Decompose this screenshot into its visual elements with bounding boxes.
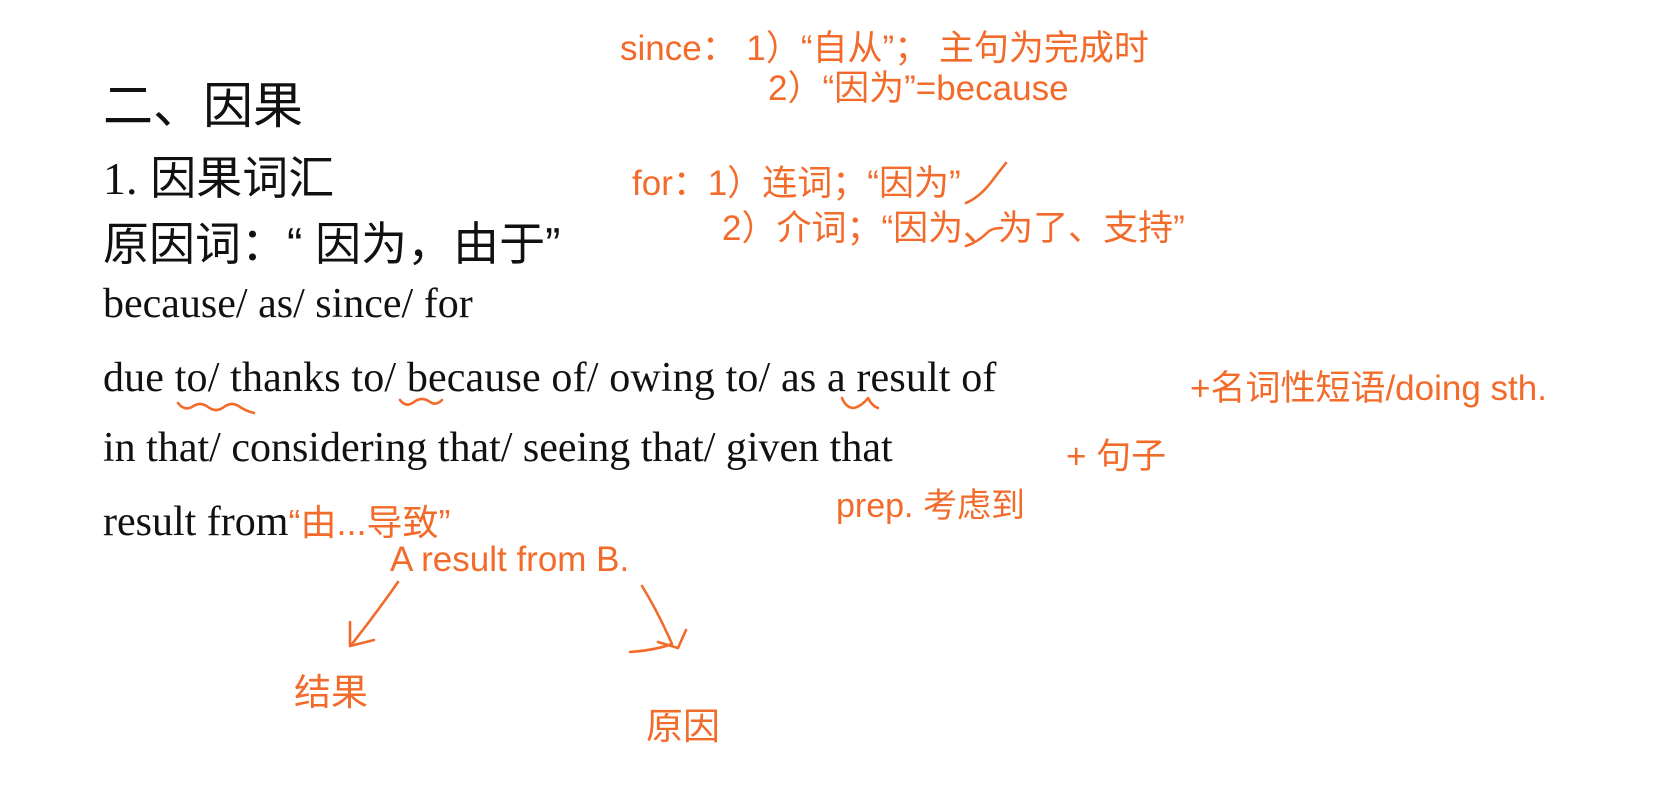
- line-conjunctions: because/ as/ since/ for: [103, 281, 473, 327]
- arrow-b-to-cause: [628, 584, 674, 654]
- strike-mark-for-1: [964, 161, 1008, 205]
- arrow-b-head: [656, 628, 688, 650]
- section-heading: 二、因果: [103, 78, 303, 134]
- underline-squiggle-due-to: [176, 401, 256, 415]
- cause-words-label: 原因词：“ 因为，由于”: [103, 218, 561, 270]
- cause-label: 原因: [646, 706, 720, 747]
- given-note: prep. 考虑到: [836, 487, 1025, 525]
- arrow-a-to-result: [350, 580, 400, 646]
- line-prepositional-phrases: due to/ thanks to/ because of/ owing to/…: [103, 355, 997, 401]
- phrase-note: +名词性短语/doing sth.: [1190, 369, 1547, 408]
- result-from-meaning: “由...导致”: [288, 502, 451, 543]
- result-label: 结果: [294, 672, 368, 713]
- slide: 二、因果 1. 因果词汇 原因词：“ 因为，由于” because/ as/ s…: [0, 0, 1676, 801]
- line-result-from: result from“由...导致”: [103, 494, 450, 546]
- since-note-2: 2）“因为”=because: [768, 69, 1069, 108]
- subheading: 1. 因果词汇: [103, 142, 334, 208]
- example-sentence: A result from B.: [390, 540, 630, 579]
- subheading-number: 1.: [103, 153, 138, 204]
- for-note-2: 2）介词；“因为、为了、支持”: [722, 209, 1185, 248]
- clause-note: + 句子: [1066, 437, 1167, 476]
- for-note-1: for：1）连词；“因为”: [632, 164, 961, 203]
- subheading-text: 因果词汇: [150, 152, 335, 204]
- result-from-text: result from: [103, 499, 289, 545]
- arrow-a-head: [348, 620, 376, 648]
- line-clause-connectors: in that/ considering that/ seeing that/ …: [103, 425, 893, 471]
